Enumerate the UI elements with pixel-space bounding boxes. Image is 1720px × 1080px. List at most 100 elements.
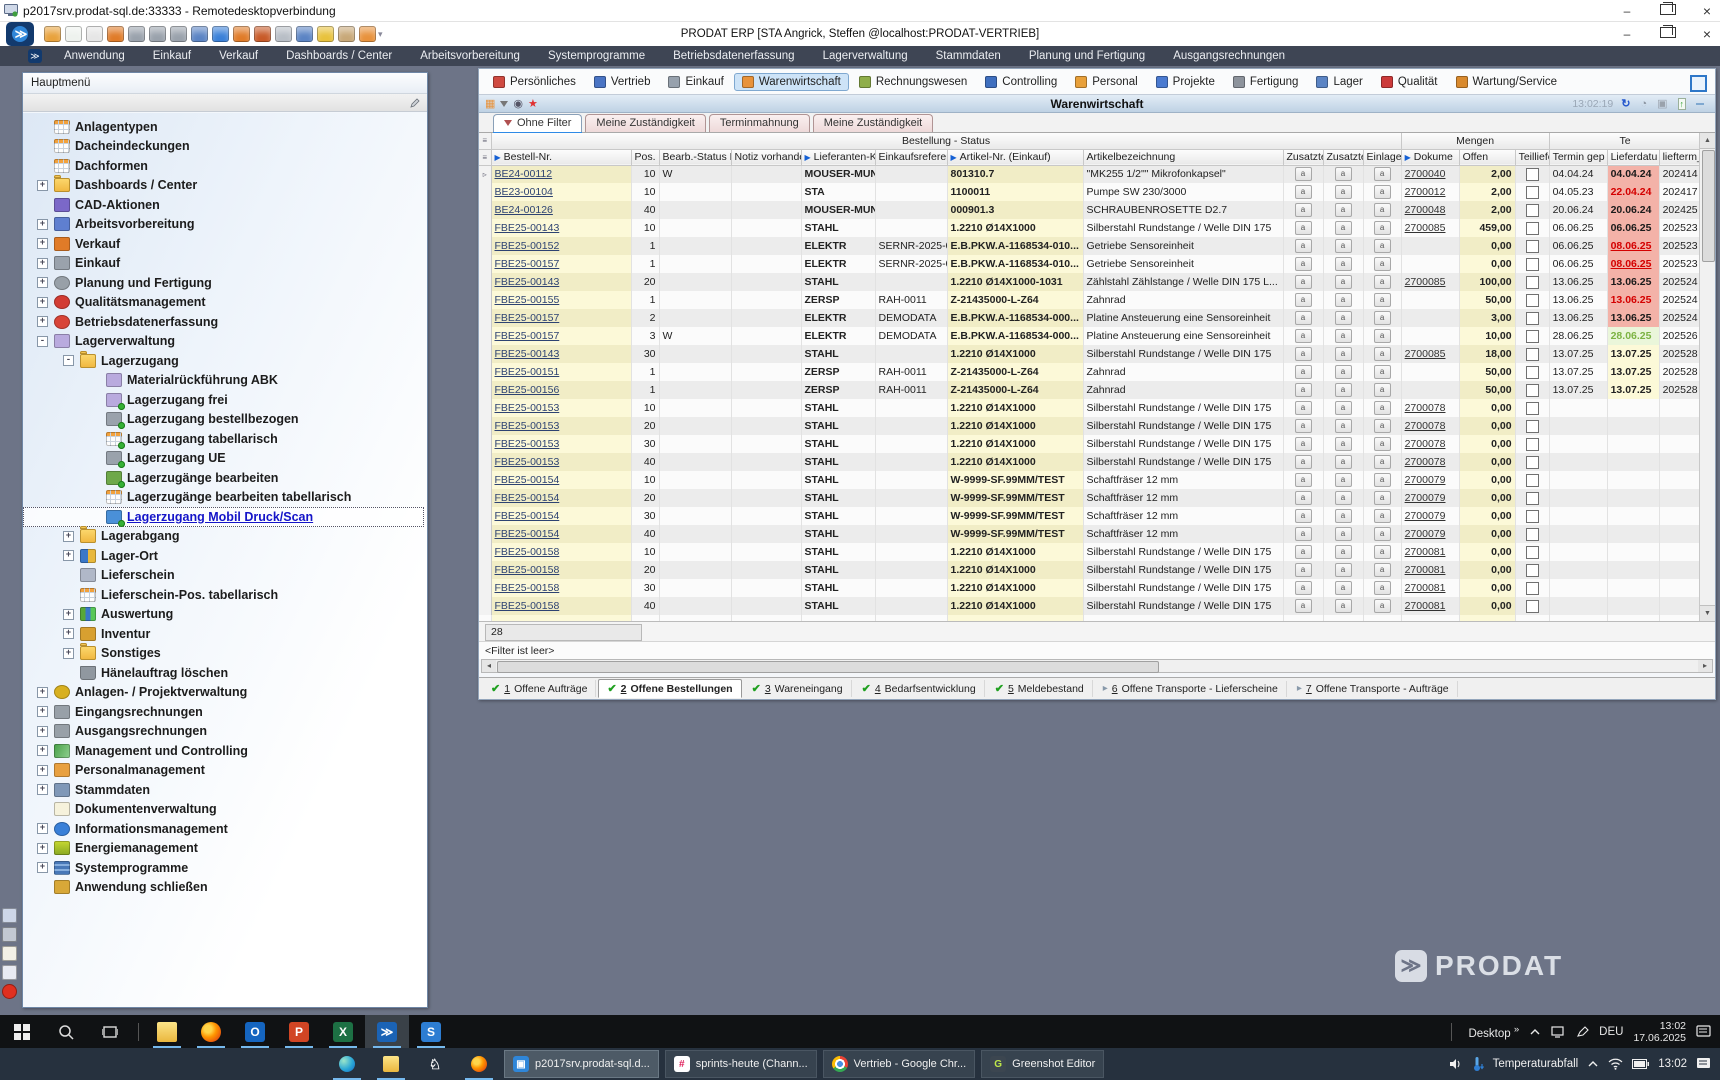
- insert-button[interactable]: a: [1374, 419, 1391, 433]
- additional-text-button[interactable]: a: [1335, 545, 1352, 559]
- partial-delivery-checkbox[interactable]: [1526, 528, 1539, 541]
- taskbar-explorer[interactable]: [369, 1048, 413, 1080]
- table-row[interactable]: FBE25-0015340STAHL1.2210 Ø14X1000Silbers…: [479, 453, 1701, 471]
- table-row[interactable]: FBE25-0015810STAHL1.2210 Ø14X1000Silbers…: [479, 543, 1701, 561]
- table-row[interactable]: FBE25-0014330STAHL1.2210 Ø14X1000Silbers…: [479, 345, 1701, 363]
- additional-text-button[interactable]: a: [1335, 167, 1352, 181]
- app-restore-button[interactable]: [1660, 27, 1674, 41]
- order-number-link[interactable]: FBE25-00158: [495, 600, 560, 612]
- new-document-icon[interactable]: [65, 26, 82, 42]
- task-view-button[interactable]: [88, 1015, 132, 1048]
- sidebar-item-eingangsrechnungen[interactable]: +Eingangsrechnungen: [23, 702, 427, 722]
- column-header-lieferdatu[interactable]: Lieferdatu: [1607, 149, 1659, 165]
- filter-tab-meine-zuständigkeit-1[interactable]: Meine Zuständigkeit: [585, 114, 705, 132]
- taskbar-outlook[interactable]: O: [233, 1015, 277, 1048]
- partial-delivery-checkbox[interactable]: [1526, 510, 1539, 523]
- insert-button[interactable]: a: [1374, 545, 1391, 559]
- column-header-bestell-nr[interactable]: ▶Bestell-Nr.: [491, 149, 631, 165]
- menu-einkauf[interactable]: Einkauf: [139, 46, 205, 66]
- taskbar-window-p2017srv-prodat-sql-d[interactable]: ▣p2017srv.prodat-sql.d...: [504, 1050, 659, 1078]
- document-link[interactable]: 2700012: [1405, 186, 1446, 198]
- column-header-zusatzte[interactable]: Zusatzte: [1323, 149, 1363, 165]
- additional-text-button[interactable]: a: [1295, 437, 1312, 451]
- user-help-icon[interactable]: [128, 26, 145, 42]
- tab-personal[interactable]: Personal: [1067, 73, 1145, 91]
- start-button[interactable]: [0, 1015, 44, 1048]
- wifi-icon[interactable]: [1608, 1058, 1623, 1070]
- sidebar-item-personalmanagement[interactable]: +Personalmanagement: [23, 761, 427, 781]
- sidebar-item-lagerzugang-frei[interactable]: Lagerzugang frei: [23, 390, 427, 410]
- insert-button[interactable]: a: [1374, 257, 1391, 271]
- document-icon[interactable]: [2, 946, 17, 961]
- table-row[interactable]: FBE25-0015840STAHL1.2210 Ø14X1000Silbers…: [479, 597, 1701, 615]
- expand-icon[interactable]: +: [63, 550, 74, 561]
- notification-icon[interactable]: [1696, 1057, 1712, 1071]
- table-row[interactable]: FBE25-001551ZERSPRAH-0011Z-21435000-L-Z6…: [479, 291, 1701, 309]
- local-clock[interactable]: 13:02: [1658, 1058, 1687, 1070]
- filter-tab-ohne-filter-0[interactable]: Ohne Filter: [493, 114, 582, 132]
- partial-delivery-checkbox[interactable]: [1526, 564, 1539, 577]
- additional-text-button[interactable]: a: [1335, 329, 1352, 343]
- vertical-scroll-thumb[interactable]: [1702, 150, 1715, 262]
- pen-input-icon[interactable]: [1576, 1026, 1589, 1038]
- order-number-link[interactable]: FBE25-00152: [495, 240, 560, 252]
- column-header-termin-gep[interactable]: Termin gep: [1549, 149, 1607, 165]
- document-link[interactable]: 2700079: [1405, 528, 1446, 540]
- column-header-einlage[interactable]: Einlage: [1363, 149, 1401, 165]
- partial-delivery-checkbox[interactable]: [1526, 258, 1539, 271]
- document-link[interactable]: 2700079: [1405, 510, 1446, 522]
- table-row[interactable]: FBE25-0015820STAHL1.2210 Ø14X1000Silbers…: [479, 561, 1701, 579]
- additional-text-button[interactable]: a: [1295, 329, 1312, 343]
- sidebar-item-betriebsdatenerfassung[interactable]: +Betriebsdatenerfassung: [23, 312, 427, 332]
- additional-text-button[interactable]: a: [1295, 383, 1312, 397]
- archive-icon[interactable]: [275, 26, 292, 42]
- partial-delivery-checkbox[interactable]: [1526, 366, 1539, 379]
- partial-delivery-checkbox[interactable]: [1526, 240, 1539, 253]
- table-row[interactable]: FBE25-0015830STAHL1.2210 Ø14X1000Silbers…: [479, 579, 1701, 597]
- column-header-liefterm[interactable]: liefterm_: [1659, 149, 1701, 165]
- window-list-icon[interactable]: [1690, 75, 1707, 92]
- battery-icon[interactable]: [1632, 1059, 1649, 1069]
- sidebar-item-dokumentenverwaltung[interactable]: Dokumentenverwaltung: [23, 800, 427, 820]
- horizontal-scrollbar[interactable]: ◂ ▸: [481, 659, 1713, 673]
- table-row[interactable]: FBE25-001511ZERSPRAH-0011Z-21435000-L-Z6…: [479, 363, 1701, 381]
- toolbar-overflow-icon[interactable]: ▾: [378, 29, 383, 40]
- sidebar-item-verkauf[interactable]: +Verkauf: [23, 234, 427, 254]
- partial-delivery-checkbox[interactable]: [1526, 276, 1539, 289]
- expand-icon[interactable]: +: [63, 648, 74, 659]
- view-tab-7-offene-transporte-aufträge[interactable]: ▸7 Offene Transporte - Aufträge: [1289, 681, 1458, 697]
- additional-text-button[interactable]: a: [1335, 383, 1352, 397]
- remote-clock[interactable]: 13:02 17.06.2025: [1633, 1020, 1686, 1044]
- expand-icon[interactable]: +: [37, 277, 48, 288]
- scroll-up-icon[interactable]: ▲: [1700, 133, 1715, 149]
- additional-text-button[interactable]: a: [1295, 185, 1312, 199]
- taskbar-window-greenshot-editor[interactable]: GGreenshot Editor: [981, 1050, 1104, 1078]
- clock-icon[interactable]: ◔: [1640, 95, 1647, 113]
- document-link[interactable]: 2700085: [1405, 222, 1446, 234]
- sidebar-item-lagerzugänge-bearbeiten-tabellarisch[interactable]: Lagerzugänge bearbeiten tabellarisch: [23, 488, 427, 508]
- additional-text-button[interactable]: a: [1335, 473, 1352, 487]
- favorite-icon[interactable]: ★: [528, 95, 538, 113]
- sidebar-item-lagerzugang[interactable]: -Lagerzugang: [23, 351, 427, 371]
- additional-text-button[interactable]: a: [1295, 221, 1312, 235]
- column-header-teilliefe[interactable]: Teilliefe: [1515, 149, 1549, 165]
- table-row[interactable]: FBE25-0015440STAHLW-9999-SF.99MM/TESTSch…: [479, 525, 1701, 543]
- filter-user-icon[interactable]: [500, 95, 508, 113]
- tab-qualität[interactable]: Qualität: [1373, 73, 1446, 91]
- sidebar-item-lagerzugang-tabellarisch[interactable]: Lagerzugang tabellarisch: [23, 429, 427, 449]
- tab-wartung-service[interactable]: Wartung/Service: [1448, 73, 1566, 91]
- taskbar-window-sprints-heute-chann[interactable]: #sprints-heute (Chann...: [665, 1050, 817, 1078]
- table-row[interactable]: FBE25-001572ELEKTRDEMODATAE.B.PKW.A-1168…: [479, 309, 1701, 327]
- view-tab-6-offene-transporte-lieferscheine[interactable]: ▸6 Offene Transporte - Lieferscheine: [1095, 681, 1287, 697]
- additional-text-button[interactable]: a: [1295, 563, 1312, 577]
- sidebar-item-materialrückführung-abk[interactable]: Materialrückführung ABK: [23, 371, 427, 391]
- insert-button[interactable]: a: [1374, 491, 1391, 505]
- sidebar-item-lagerzugang-mobil-druck-scan[interactable]: Lagerzugang Mobil Druck/Scan: [23, 507, 424, 527]
- list-icon[interactable]: [2, 965, 17, 980]
- sidebar-item-inventur[interactable]: +Inventur: [23, 624, 427, 644]
- document-link[interactable]: 2700078: [1405, 402, 1446, 414]
- expand-icon[interactable]: +: [37, 297, 48, 308]
- additional-text-button[interactable]: a: [1335, 257, 1352, 271]
- handshake-icon[interactable]: [107, 26, 124, 42]
- menu-arbeitsvorbereitung[interactable]: Arbeitsvorbereitung: [406, 46, 534, 66]
